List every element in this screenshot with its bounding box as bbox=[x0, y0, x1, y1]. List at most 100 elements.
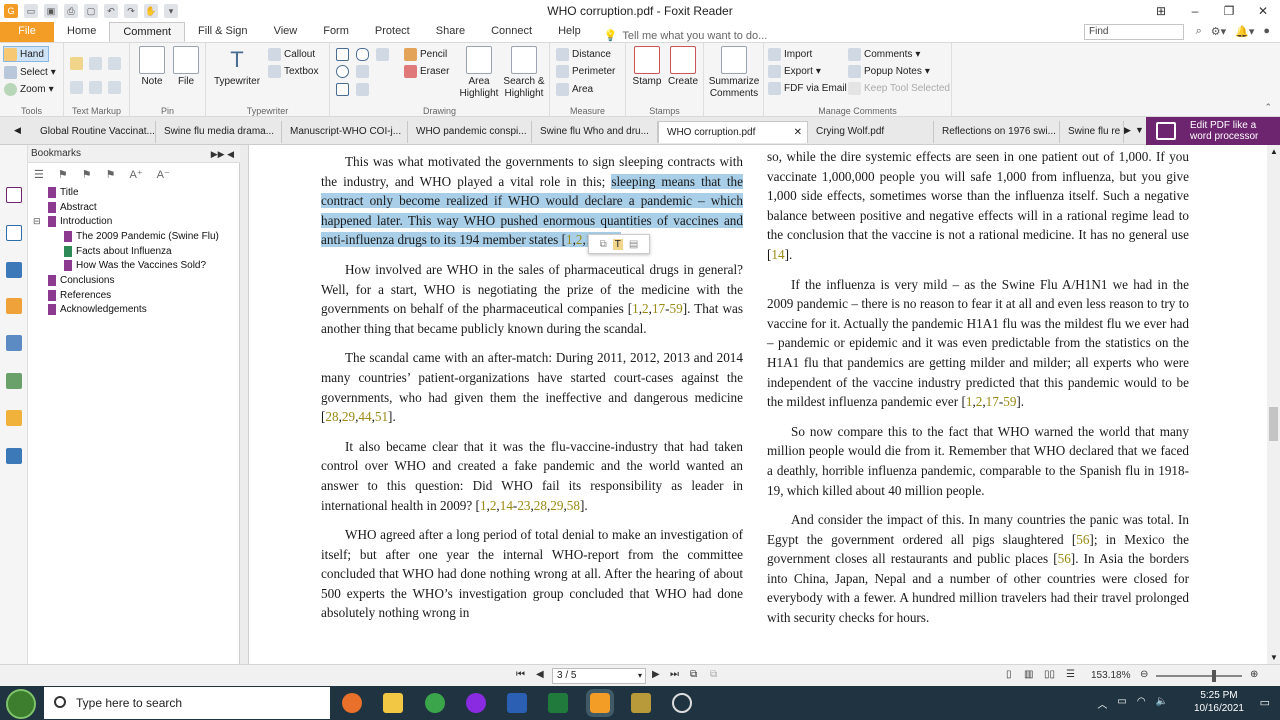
polyline-icon[interactable] bbox=[336, 82, 349, 96]
search-icon[interactable]: ⌕ bbox=[1196, 25, 1202, 38]
comments-button[interactable]: Comments ▾ bbox=[848, 46, 920, 62]
doc-tab[interactable]: Swine flu media drama... bbox=[156, 121, 282, 143]
panel-splitter[interactable] bbox=[240, 145, 249, 664]
tray-chevron-icon[interactable]: ︿ bbox=[1097, 696, 1107, 711]
callout-button[interactable]: Callout bbox=[268, 46, 315, 62]
doc-tab[interactable]: Reflections on 1976 swi... bbox=[934, 121, 1060, 143]
scroll-up-icon[interactable]: ▲ bbox=[1270, 147, 1278, 156]
bookmark-abstract[interactable]: Abstract bbox=[48, 202, 97, 213]
tab-help[interactable]: Help bbox=[545, 22, 594, 42]
network-icon[interactable]: ▭ bbox=[1117, 696, 1126, 711]
decrease-font-icon[interactable]: A⁻ bbox=[157, 168, 170, 181]
pages-panel-icon[interactable] bbox=[6, 225, 22, 241]
settings-icon[interactable]: ⚙▾ bbox=[1211, 25, 1226, 38]
app-circle-icon[interactable] bbox=[672, 693, 692, 713]
close-tab-icon[interactable]: ✕ bbox=[794, 122, 802, 143]
line-icon[interactable] bbox=[356, 82, 369, 96]
prev-page-icon[interactable]: ◀ bbox=[536, 669, 544, 680]
note-button[interactable]: Note bbox=[138, 46, 166, 88]
import-button[interactable]: Import bbox=[768, 46, 812, 62]
strikeout-icon[interactable] bbox=[70, 80, 83, 94]
tab-comment[interactable]: Comment bbox=[109, 22, 186, 42]
action-center-icon[interactable]: ▭ bbox=[1260, 696, 1270, 709]
hand-button[interactable]: Hand bbox=[3, 46, 49, 62]
first-page-icon[interactable]: ⏮ bbox=[516, 669, 525, 680]
panel-options-icon[interactable]: ▶▶ ◀ bbox=[211, 145, 234, 163]
page-view-icon[interactable]: ⧉ bbox=[690, 669, 697, 680]
attachments-panel-icon[interactable] bbox=[6, 335, 22, 351]
undo-icon[interactable]: ↶ bbox=[104, 4, 118, 18]
replace-text-icon[interactable] bbox=[89, 80, 102, 94]
tab-view[interactable]: View bbox=[261, 22, 311, 42]
print-icon[interactable]: ⎙ bbox=[64, 4, 78, 18]
scroll-down-icon[interactable]: ▼ bbox=[1270, 653, 1278, 662]
start-icon[interactable] bbox=[6, 689, 36, 719]
excel-icon[interactable] bbox=[548, 693, 568, 713]
notification-icon[interactable]: 🔔▾ bbox=[1235, 25, 1254, 38]
comments-panel-icon[interactable] bbox=[6, 298, 22, 314]
squiggly-icon[interactable] bbox=[89, 56, 102, 70]
save-icon[interactable]: ▣ bbox=[44, 4, 58, 18]
taskbar-search[interactable]: Type here to search bbox=[44, 687, 330, 719]
rectangle-icon[interactable] bbox=[336, 47, 349, 61]
bookmark-title[interactable]: Title bbox=[48, 187, 79, 198]
open-icon[interactable]: ▭ bbox=[24, 4, 38, 18]
fdf-email-button[interactable]: FDF via Email bbox=[768, 80, 847, 96]
tools-panel-icon[interactable] bbox=[6, 448, 22, 464]
textbox-button[interactable]: Textbox bbox=[268, 63, 318, 79]
foxit-taskbar-icon[interactable] bbox=[586, 689, 614, 717]
zoom-slider-thumb[interactable] bbox=[1212, 670, 1216, 682]
close-icon[interactable]: ✕ bbox=[1246, 0, 1280, 22]
zoom-in-icon[interactable]: ⊕ bbox=[1250, 669, 1258, 680]
hand-tool-icon[interactable]: ✋ bbox=[144, 4, 158, 18]
zoom-out-icon[interactable]: ⊖ bbox=[1140, 669, 1148, 680]
paste-icon[interactable]: ▤ bbox=[629, 239, 638, 250]
clock[interactable]: 5:25 PM 10/16/2021 bbox=[1194, 689, 1244, 715]
document-view[interactable]: This was what motivated the governments … bbox=[249, 145, 1267, 664]
copy-icon[interactable]: ⧉ bbox=[600, 239, 607, 250]
doc-tab[interactable]: Manuscript-WHO COI-j... bbox=[282, 121, 408, 143]
redo-icon[interactable]: ↷ bbox=[124, 4, 138, 18]
tab-file[interactable]: File bbox=[0, 22, 54, 42]
app-green-icon[interactable] bbox=[425, 693, 445, 713]
tabs-scroll-right-icon[interactable]: ▶ bbox=[1124, 125, 1131, 136]
vertical-scrollbar[interactable]: ▲ ▼ bbox=[1267, 145, 1280, 664]
bookmark-options-icon[interactable]: ☰ bbox=[34, 168, 44, 181]
continuous-facing-icon[interactable]: ☰ bbox=[1066, 669, 1075, 680]
summarize-comments-button[interactable]: Summarize Comments bbox=[707, 46, 761, 100]
eraser-button[interactable]: Eraser bbox=[404, 63, 449, 79]
typewriter-button[interactable]: T Typewriter bbox=[212, 46, 262, 88]
oval-icon[interactable] bbox=[336, 64, 349, 78]
bookmark-introduction[interactable]: Introduction bbox=[48, 216, 112, 227]
continuous-page-icon[interactable]: ▥ bbox=[1024, 669, 1033, 680]
area-button[interactable]: Area bbox=[556, 81, 593, 97]
keep-tool-selected-button[interactable]: Keep Tool Selected bbox=[848, 80, 950, 96]
increase-font-icon[interactable]: A⁺ bbox=[130, 168, 143, 181]
signature-panel-icon[interactable] bbox=[6, 373, 22, 389]
single-page-icon[interactable]: ▯ bbox=[1006, 669, 1012, 680]
highlight-icon[interactable]: T bbox=[612, 238, 623, 250]
app-purple-icon[interactable] bbox=[466, 693, 486, 713]
expand-bookmark-icon[interactable]: ⚑ bbox=[82, 168, 92, 181]
create-stamp-button[interactable]: Create bbox=[666, 46, 700, 88]
tell-me[interactable]: 💡 Tell me what you want to do... bbox=[594, 29, 768, 43]
find-input[interactable]: Find bbox=[1084, 24, 1184, 40]
doc-tab[interactable]: Swine flu re bbox=[1060, 121, 1124, 143]
next-page-icon[interactable]: ▶ bbox=[652, 669, 660, 680]
zoom-level[interactable]: 153.18% bbox=[1091, 670, 1130, 681]
popup-notes-button[interactable]: Popup Notes ▾ bbox=[848, 63, 930, 79]
doc-tab[interactable]: Crying Wolf.pdf bbox=[808, 121, 934, 143]
facing-page-icon[interactable]: ▯▯ bbox=[1044, 669, 1055, 680]
collapse-bookmark-icon[interactable]: ⊟ bbox=[33, 216, 41, 227]
select-button[interactable]: Select ▾ bbox=[4, 64, 56, 80]
account-icon[interactable]: ● bbox=[1263, 25, 1270, 38]
polygon-icon[interactable] bbox=[356, 47, 369, 61]
doc-tab-active[interactable]: WHO corruption.pdf ✕ bbox=[658, 121, 808, 143]
last-page-icon[interactable]: ⏭ bbox=[670, 669, 679, 680]
bookmark-2009-pandemic[interactable]: The 2009 Pandemic (Swine Flu) bbox=[64, 231, 219, 242]
file-attach-button[interactable]: File bbox=[172, 46, 200, 88]
perimeter-button[interactable]: Perimeter bbox=[556, 63, 615, 79]
file-explorer-icon[interactable] bbox=[383, 693, 403, 713]
insert-text-icon[interactable] bbox=[108, 80, 121, 94]
doc-tab[interactable]: Swine flu Who and dru... bbox=[532, 121, 658, 143]
